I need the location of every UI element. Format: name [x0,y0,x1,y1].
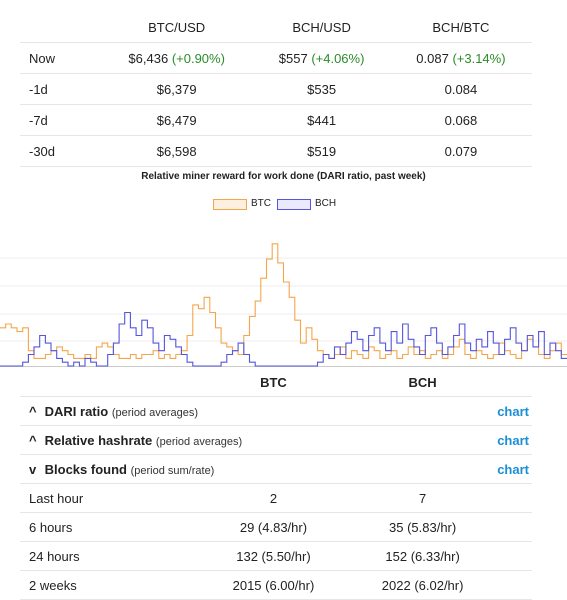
section-title[interactable]: DARI ratio [45,404,109,419]
stats-header-row: BTC BCH [20,368,532,397]
legend-swatch-bch [277,199,311,210]
price-value: $519 [253,135,390,167]
bch-blocks: 7 [348,483,498,513]
section-header[interactable]: v Blocks found (period sum/rate) [20,454,498,484]
stats-header-btc: BTC [198,368,349,397]
row-spacer [497,483,532,513]
period-label: 2 weeks [20,570,199,600]
blocks-row-2-weeks: 2 weeks 2015 (6.00/hr) 2022 (6.02/hr) [20,570,532,600]
price-value: $441 [253,104,390,136]
price-change: (+4.06%) [311,50,365,66]
price-row-1d: -1d $6,379 $535 0.084 [20,73,532,105]
price-row-7d: -7d $6,479 $441 0.068 [20,104,532,136]
price-value: $6,436 [128,50,169,66]
bch-blocks: 35 (5.83/hr) [348,512,498,542]
chevron-up-icon[interactable]: ^ [29,433,41,448]
legend-swatch-btc [213,199,247,210]
price-value: 0.084 [389,73,532,105]
bch-blocks: 152 (6.33/hr) [348,541,498,571]
row-label: -30d [20,135,100,167]
price-value: $6,598 [100,135,254,167]
chevron-down-icon[interactable]: v [29,462,41,477]
price-row-now: Now $6,436 (+0.90%) $557 (+4.06%) 0.087 … [20,42,532,74]
btc-blocks: 132 (5.50/hr) [198,541,349,571]
price-value: $6,479 [100,104,254,136]
section-note: (period averages) [155,435,243,448]
row-label: -7d [20,104,100,136]
section-relative-hashrate[interactable]: ^ Relative hashrate (period averages) ch… [20,425,532,455]
price-header-btc-usd: BTC/USD [100,12,254,43]
blocks-row-last-hour: Last hour 2 7 [20,483,532,513]
blocks-row-24-hours: 24 hours 132 (5.50/hr) 152 (6.33/hr) [20,541,532,571]
stats-header-bch: BCH [348,368,498,397]
price-cell: 0.087 (+3.14%) [389,42,532,74]
price-value: $6,379 [100,73,254,105]
section-title[interactable]: Relative hashrate [45,433,153,448]
section-header[interactable]: ^ DARI ratio (period averages) [20,396,498,426]
row-label: Now [20,42,100,74]
series-line-bch [0,311,567,367]
price-value: $535 [253,73,390,105]
price-header-bch-btc: BCH/BTC [389,12,532,43]
period-label: 24 hours [20,541,199,571]
price-change: (+0.90%) [171,50,225,66]
price-cell: $557 (+4.06%) [253,42,390,74]
legend-label-btc[interactable]: BTC [251,198,271,209]
chevron-up-icon[interactable]: ^ [29,404,41,419]
stats-header-spacer [497,368,532,397]
section-note: (period averages) [111,406,199,419]
period-label: 6 hours [20,512,199,542]
section-header[interactable]: ^ Relative hashrate (period averages) [20,425,498,455]
row-spacer [497,541,532,571]
section-dari-ratio[interactable]: ^ DARI ratio (period averages) chart [20,396,532,426]
btc-blocks: 29 (4.83/hr) [198,512,349,542]
section-blocks-found[interactable]: v Blocks found (period sum/rate) chart [20,454,532,484]
blocks-chart-link[interactable]: chart [497,454,532,484]
dari-chart-link[interactable]: chart [497,396,532,426]
price-row-30d: -30d $6,598 $519 0.079 [20,135,532,167]
price-table: BTC/USD BCH/USD BCH/BTC Now $6,436 (+0.9… [20,12,532,167]
stats-header-empty [20,368,199,397]
price-header-bch-usd: BCH/USD [253,12,390,43]
price-value: 0.068 [389,104,532,136]
row-label: -1d [20,73,100,105]
legend-label-bch[interactable]: BCH [315,198,336,209]
bch-blocks: 2022 (6.02/hr) [348,570,498,600]
price-cell: $6,436 (+0.90%) [100,42,254,74]
btc-blocks: 2015 (6.00/hr) [198,570,349,600]
section-note: (period sum/rate) [130,464,215,477]
price-value: $557 [278,50,308,66]
stats-table: BTC BCH ^ DARI ratio (period averages) c… [20,368,532,600]
dari-chart [0,243,567,367]
price-value: 0.079 [389,135,532,167]
period-label: Last hour [20,483,199,513]
hashrate-chart-link[interactable]: chart [497,425,532,455]
section-title[interactable]: Blocks found [45,462,127,477]
price-change: (+3.14%) [452,50,506,66]
price-header-row: BTC/USD BCH/USD BCH/BTC [20,12,532,43]
btc-blocks: 2 [198,483,349,513]
row-spacer [497,512,532,542]
price-header-empty [20,12,100,43]
price-value: 0.087 [416,50,449,66]
chart-title: Relative miner reward for work done (DAR… [141,171,426,182]
row-spacer [497,570,532,600]
blocks-row-6-hours: 6 hours 29 (4.83/hr) 35 (5.83/hr) [20,512,532,542]
